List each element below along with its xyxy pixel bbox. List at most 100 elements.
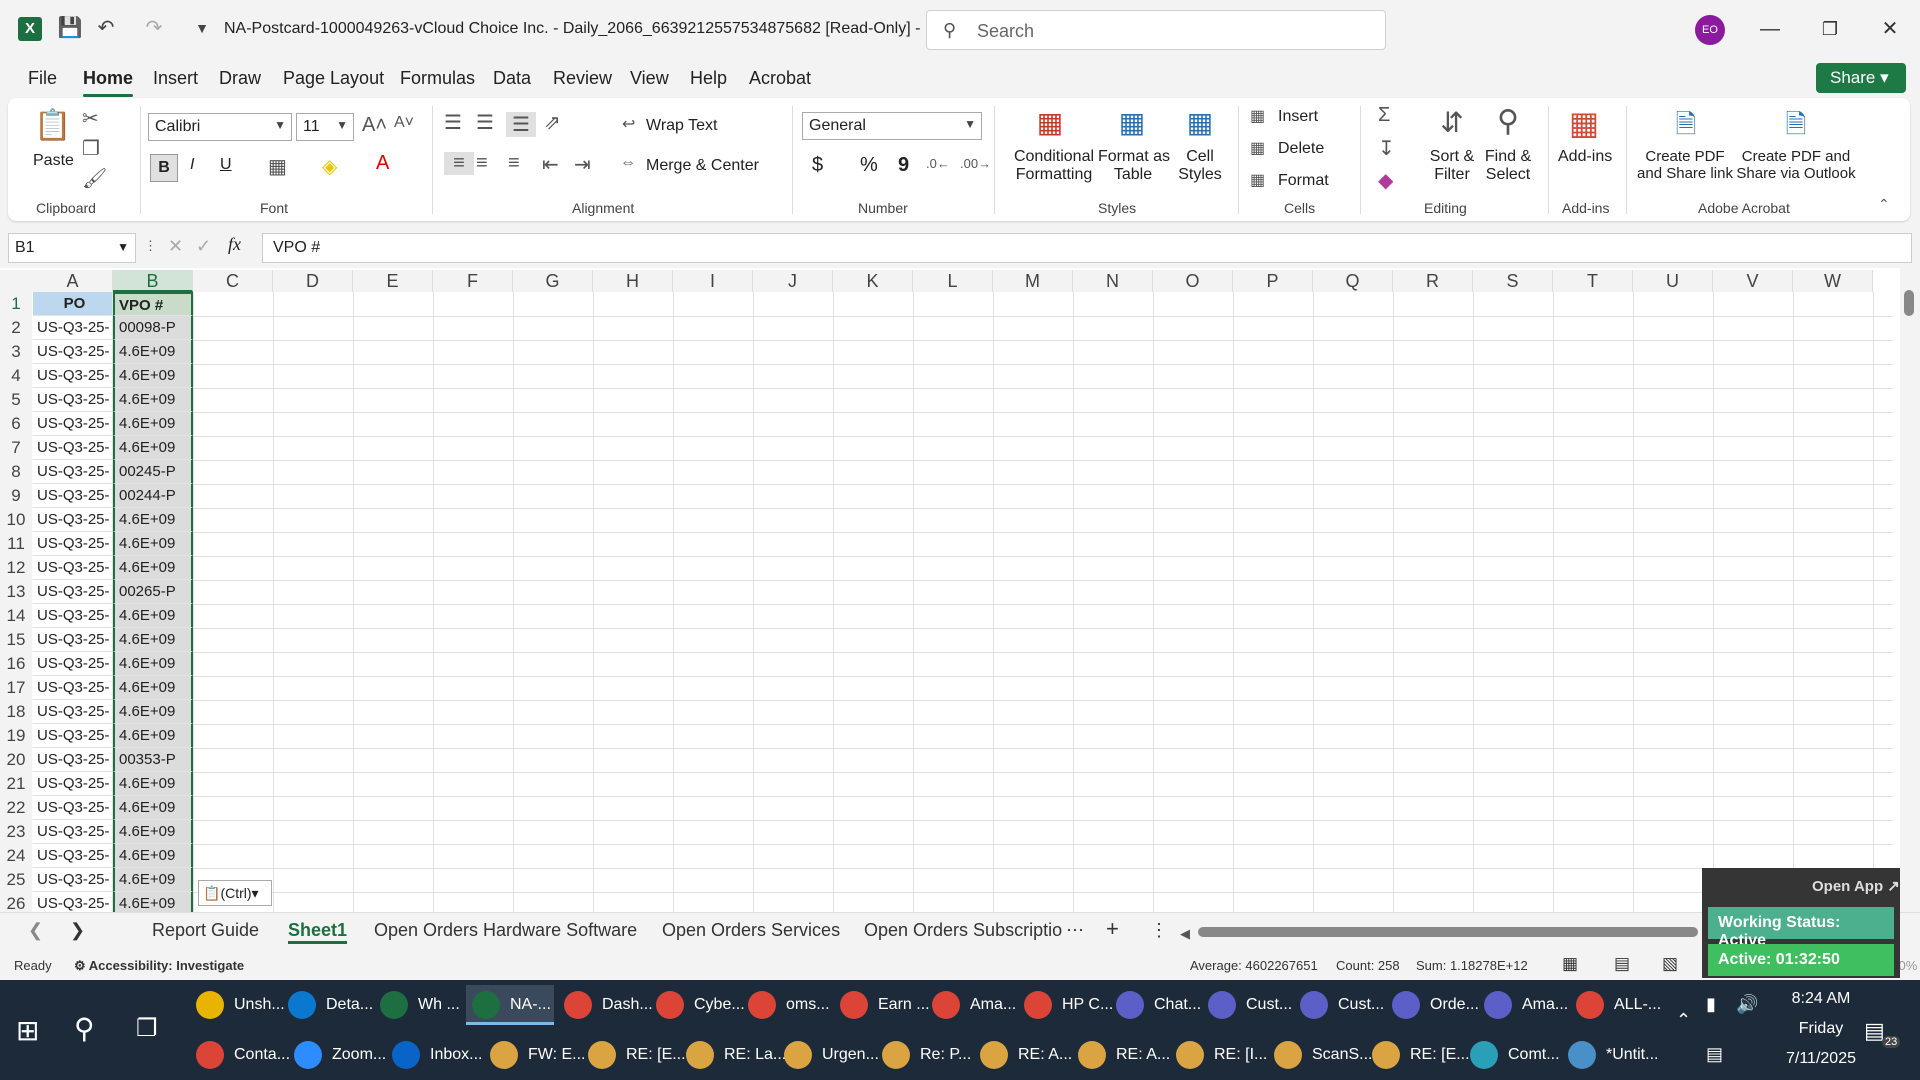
merge-center-button[interactable]: Merge & Center [646,157,759,175]
menu-data[interactable]: Data [493,68,531,89]
cell-b[interactable]: 4.6E+09 [113,724,193,748]
column-header[interactable]: P [1233,270,1313,292]
sheet-tab[interactable]: Open Orders Hardware Software [374,920,637,941]
clock-date[interactable]: 7/11/2025 [1766,1050,1876,1068]
column-header[interactable]: C [193,270,273,292]
column-header[interactable]: H [593,270,673,292]
row-header[interactable]: 8 [0,460,32,484]
vertical-scroll-thumb[interactable] [1904,290,1914,316]
decrease-decimal-icon[interactable]: .00→ [960,156,991,171]
cell-b[interactable]: 4.6E+09 [113,556,193,580]
taskbar-item[interactable]: RE: [E... [582,1035,686,1075]
create-pdf-share-button[interactable]: Create PDF and Share link [1632,148,1738,182]
align-left-icon[interactable]: ≡ [444,152,474,175]
delete-cells-button[interactable]: Delete [1278,140,1324,158]
cell-b[interactable]: 4.6E+09 [113,532,193,556]
prev-sheet-icon[interactable]: ❮ [28,920,43,941]
conditional-formatting-button[interactable]: Conditional Formatting [1010,148,1098,184]
cell-b[interactable]: 4.6E+09 [113,340,193,364]
column-header[interactable]: A [33,270,113,292]
row-header[interactable]: 22 [0,796,32,820]
next-sheet-icon[interactable]: ❯ [70,920,85,941]
taskbar-item[interactable]: Ama... [926,985,1016,1025]
increase-font-icon[interactable]: A˄ [362,114,387,137]
minimize-icon[interactable]: — [1750,14,1790,44]
column-header[interactable]: I [673,270,753,292]
format-painter-icon[interactable]: 🖌 [82,166,107,191]
taskbar-item[interactable]: Urgen... [778,1035,879,1075]
menu-view[interactable]: View [630,68,669,89]
cell-b[interactable]: 4.6E+09 [113,676,193,700]
create-pdf-outlook-icon[interactable]: 🗎 [1778,106,1814,150]
row-header[interactable]: 25 [0,868,32,892]
column-header[interactable]: N [1073,270,1153,292]
cell-a[interactable]: US-Q3-25- [33,556,113,580]
taskbar-item[interactable]: Wh ... [374,985,462,1025]
row-header[interactable]: 6 [0,412,32,436]
align-middle-icon[interactable]: ☰ [476,110,494,135]
wrap-text-button[interactable]: Wrap Text [646,117,717,135]
menu-page-layout[interactable]: Page Layout [283,68,384,89]
cell-a[interactable]: PO [33,292,113,316]
cell-b[interactable]: 4.6E+09 [113,628,193,652]
cell-a[interactable]: US-Q3-25- [33,508,113,532]
save-icon[interactable]: 💾 [56,14,84,42]
increase-decimal-icon[interactable]: .0← [926,156,950,171]
create-pdf-share-icon[interactable]: 🗎 [1668,106,1704,150]
column-header[interactable]: V [1713,270,1793,292]
taskbar-item[interactable]: *Untit... [1562,1035,1658,1075]
menu-draw[interactable]: Draw [219,68,261,89]
addins-button[interactable]: Add-ins [1558,148,1612,166]
row-header[interactable]: 12 [0,556,32,580]
cell-b[interactable]: 4.6E+09 [113,796,193,820]
decrease-indent-icon[interactable]: ⇤ [542,152,559,177]
column-header[interactable]: Q [1313,270,1393,292]
column-header[interactable]: F [433,270,513,292]
align-bottom-icon[interactable]: ☰ [506,112,536,137]
insert-cells-button[interactable]: Insert [1278,108,1318,126]
sort-filter-button[interactable]: Sort & Filter [1424,148,1480,184]
scroll-left-icon[interactable]: ◀ [1180,926,1194,942]
orientation-icon[interactable]: ⇗ [544,110,561,135]
restore-icon[interactable]: ❐ [1810,14,1850,44]
cell-a[interactable]: US-Q3-25- [33,628,113,652]
copy-icon[interactable]: ❐ [82,136,100,161]
row-header[interactable]: 14 [0,604,32,628]
taskbar-item[interactable]: RE: A... [974,1035,1072,1075]
cell-a[interactable]: US-Q3-25- [33,724,113,748]
cell-b[interactable]: 00353-P [113,748,193,772]
formula-input[interactable]: VPO # [262,233,1912,263]
name-box[interactable]: B1 ▼ [8,233,136,263]
align-center-icon[interactable]: ≡ [476,152,488,175]
more-sheets-icon[interactable]: ⋯ [1066,920,1084,941]
menu-formulas[interactable]: Formulas [400,68,475,89]
cell-b[interactable]: 4.6E+09 [113,388,193,412]
clear-icon[interactable]: ◆ [1378,168,1393,193]
row-header[interactable]: 16 [0,652,32,676]
taskbar-item[interactable]: RE: [E... [1366,1035,1470,1075]
column-header[interactable]: J [753,270,833,292]
cell-b[interactable]: 4.6E+09 [113,868,193,892]
format-as-table-button[interactable]: Format as Table [1098,148,1170,184]
sheet-tab[interactable]: Report Guide [152,920,259,941]
taskbar-item[interactable]: Cust... [1202,985,1292,1025]
cell-a[interactable]: US-Q3-25- [33,316,113,340]
cell-a[interactable]: US-Q3-25- [33,340,113,364]
cell-b[interactable]: 00245-P [113,460,193,484]
taskbar-item[interactable]: Re: P... [876,1035,971,1075]
menu-review[interactable]: Review [553,68,612,89]
windows-start-icon[interactable]: ⊞ [16,1014,39,1047]
cell-a[interactable]: US-Q3-25- [33,796,113,820]
row-header[interactable]: 24 [0,844,32,868]
search-box[interactable]: ⚲ Search [926,10,1386,50]
cell-styles-icon[interactable]: ▦ [1180,106,1220,146]
network-icon[interactable]: ▤ [1706,1044,1723,1065]
currency-button[interactable]: $ [812,154,823,177]
cell-b[interactable]: 4.6E+09 [113,820,193,844]
column-header[interactable]: D [273,270,353,292]
cell-a[interactable]: US-Q3-25- [33,580,113,604]
taskbar-item[interactable]: Ama... [1478,985,1568,1025]
comma-button[interactable]: 9 [898,154,909,177]
page-layout-view-icon[interactable]: ▤ [1614,954,1630,974]
taskbar-item[interactable]: Cybe... [650,985,745,1025]
